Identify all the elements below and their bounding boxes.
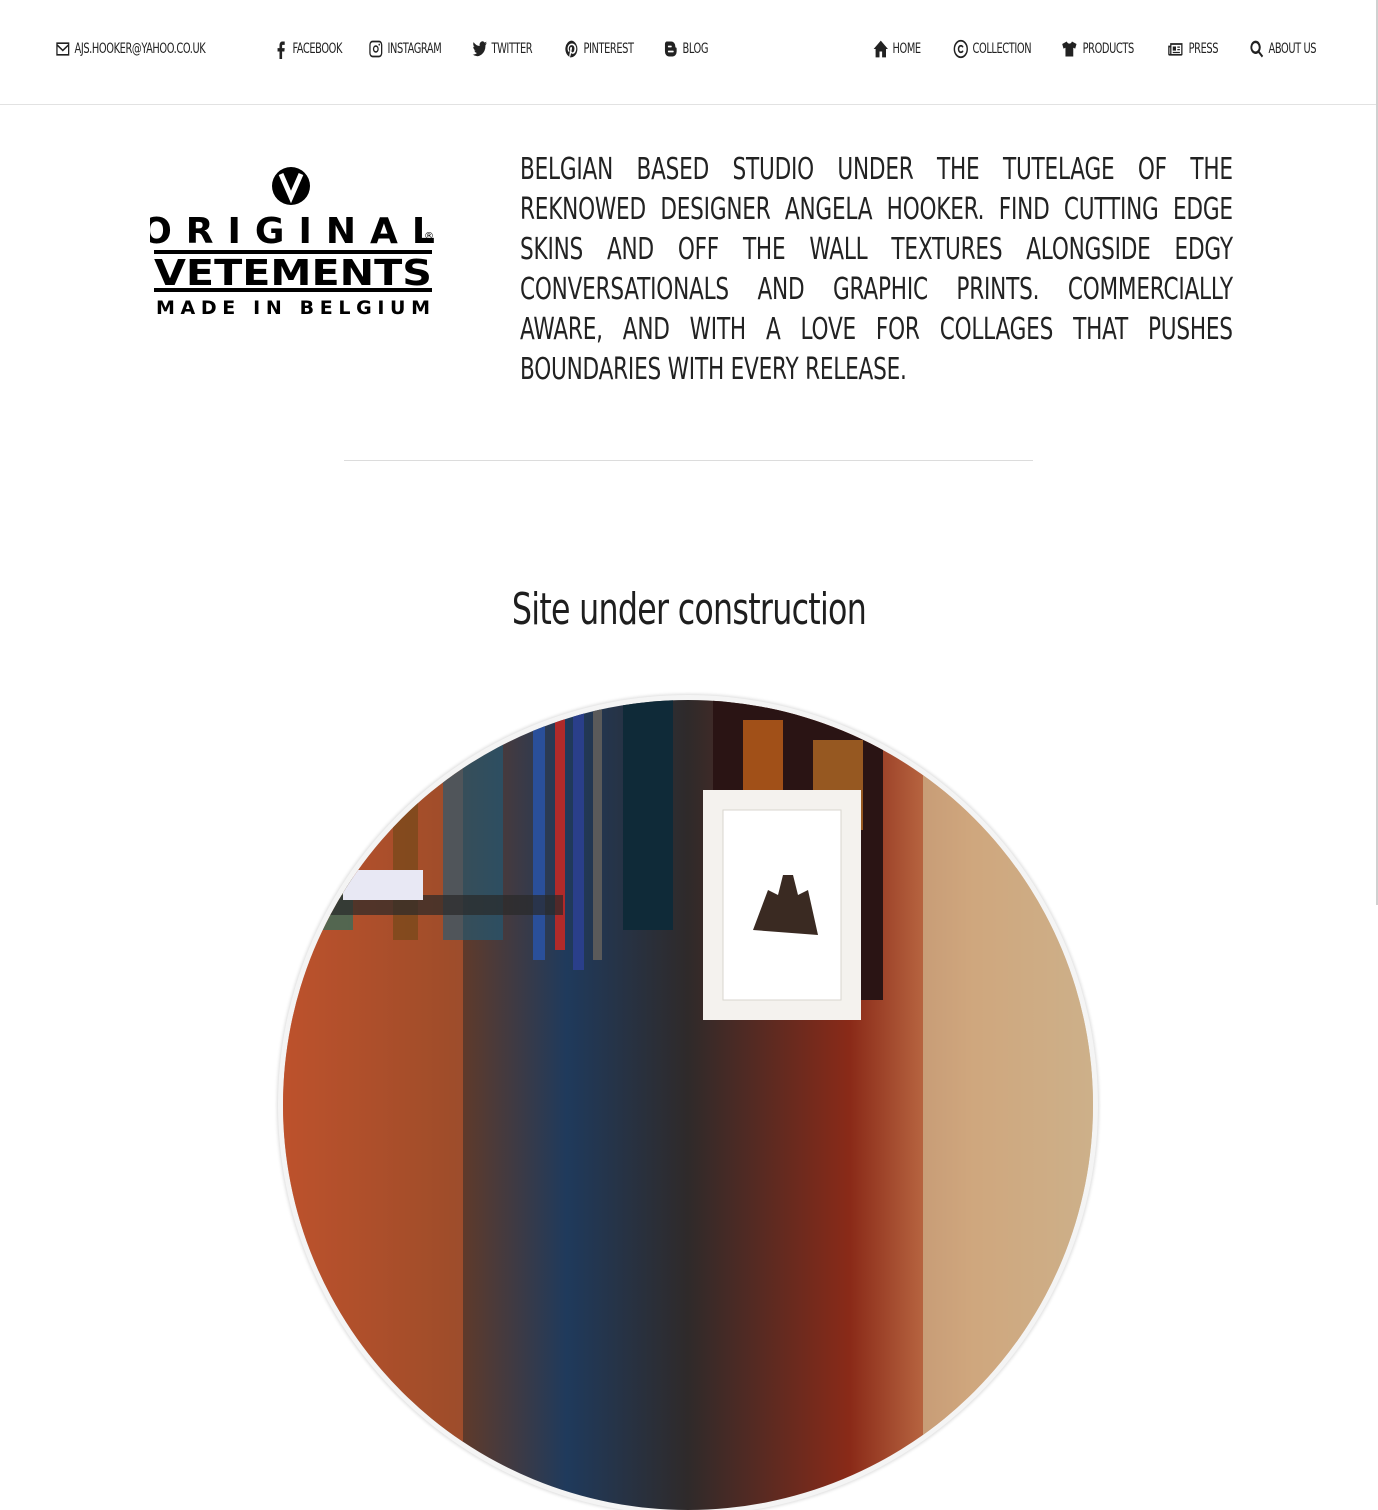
email-label: AJS.HOOKER@YAHOO.CO.UK bbox=[74, 41, 206, 57]
top-navigation-bar: AJS.HOOKER@YAHOO.CO.UK FACEBOOK INSTAGRA… bbox=[0, 0, 1378, 105]
nav-home[interactable]: HOME bbox=[873, 38, 921, 60]
brand-logo[interactable]: ORIGINAL ® VETEMENTS MADE IN BELGIUM bbox=[141, 164, 440, 324]
studio-collage-image bbox=[283, 700, 1093, 1510]
nav-press[interactable]: PRESS bbox=[1166, 38, 1219, 60]
svg-text:VETEMENTS: VETEMENTS bbox=[154, 253, 432, 294]
facebook-link[interactable]: FACEBOOK bbox=[273, 38, 342, 60]
blog-link[interactable]: BLOG bbox=[663, 38, 709, 60]
home-icon bbox=[873, 40, 888, 58]
nav-collection[interactable]: COLLECTION bbox=[953, 38, 1032, 60]
intro-text: BELGIAN BASED STUDIO UNDER THE TUTELAGE … bbox=[520, 152, 1233, 387]
nav-collection-label: COLLECTION bbox=[972, 41, 1032, 57]
tshirt-icon bbox=[1062, 41, 1077, 57]
nav-products[interactable]: PRODUCTS bbox=[1060, 38, 1134, 60]
blog-label: BLOG bbox=[682, 41, 709, 57]
pinterest-link[interactable]: PINTEREST bbox=[564, 38, 634, 60]
instagram-label: INSTAGRAM bbox=[387, 41, 442, 57]
facebook-label: FACEBOOK bbox=[292, 41, 343, 57]
nav-about-us-label: ABOUT US bbox=[1268, 41, 1317, 57]
svg-text:MADE IN BELGIUM: MADE IN BELGIUM bbox=[156, 297, 430, 319]
heading-text: Site under construction bbox=[511, 584, 867, 635]
twitter-icon bbox=[472, 41, 487, 57]
blogger-icon bbox=[664, 41, 677, 57]
section-divider bbox=[344, 460, 1033, 461]
pinterest-label: PINTEREST bbox=[583, 41, 635, 57]
envelope-icon bbox=[56, 42, 70, 56]
pinterest-icon bbox=[565, 40, 578, 58]
original-vetements-logo: ORIGINAL ® VETEMENTS MADE IN BELGIUM bbox=[141, 167, 440, 319]
page-heading: Site under construction bbox=[0, 584, 1378, 635]
facebook-icon bbox=[277, 41, 285, 59]
copyright-icon bbox=[953, 39, 968, 59]
nav-press-label: PRESS bbox=[1188, 41, 1219, 57]
twitter-label: TWITTER bbox=[491, 41, 533, 57]
twitter-link[interactable]: TWITTER bbox=[472, 38, 533, 60]
instagram-icon bbox=[369, 40, 383, 58]
svg-text:®: ® bbox=[424, 231, 434, 242]
search-icon bbox=[1250, 40, 1264, 58]
nav-products-label: PRODUCTS bbox=[1082, 41, 1135, 57]
studio-photo bbox=[283, 700, 1093, 1510]
nav-home-label: HOME bbox=[892, 41, 922, 57]
instagram-link[interactable]: INSTAGRAM bbox=[368, 38, 442, 60]
email-link[interactable]: AJS.HOOKER@YAHOO.CO.UK bbox=[55, 38, 206, 60]
newspaper-icon bbox=[1168, 43, 1183, 56]
svg-text:ORIGINAL: ORIGINAL bbox=[150, 211, 440, 252]
nav-about-us[interactable]: ABOUT US bbox=[1249, 38, 1317, 60]
